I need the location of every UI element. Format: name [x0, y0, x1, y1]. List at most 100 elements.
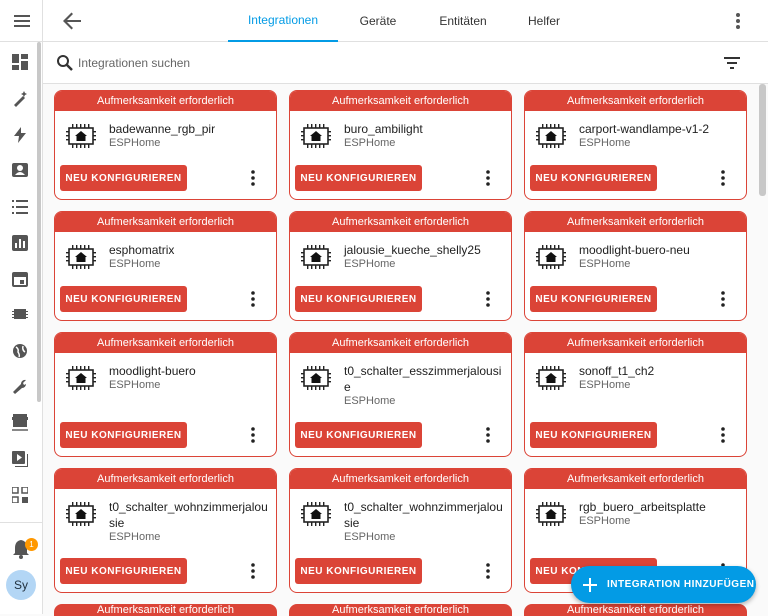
card-subtitle: ESPHome: [344, 531, 396, 543]
sidebar-item-map[interactable]: [0, 336, 40, 366]
sidebar-item-developer-tools[interactable]: [0, 372, 40, 402]
grid-icon: [12, 487, 28, 503]
card-attention-header: Aufmerksamkeit erforderlich: [55, 91, 276, 111]
card-title: esphomatrix: [109, 243, 175, 257]
dashboard-icon: [12, 54, 28, 70]
more-vert-icon[interactable]: [481, 168, 495, 188]
card-subtitle: ESPHome: [344, 137, 396, 149]
integration-card: Aufmerksamkeit erforderlich badewanne_rg…: [54, 90, 277, 200]
tab-entities[interactable]: Entitäten: [423, 0, 503, 42]
esphome-icon: [66, 366, 96, 390]
sidebar-divider: [0, 522, 43, 523]
filter-icon[interactable]: [723, 55, 741, 71]
reconfigure-button[interactable]: NEU KONFIGURIEREN: [530, 286, 657, 312]
sidebar-item-hacs[interactable]: [0, 408, 40, 438]
card-attention-header: Aufmerksamkeit erforderlich: [525, 469, 746, 489]
tab-integrations[interactable]: Integrationen: [228, 0, 338, 42]
more-vert-icon[interactable]: [481, 425, 495, 445]
more-vert-icon[interactable]: [716, 168, 730, 188]
more-vert-icon[interactable]: [729, 10, 747, 32]
card-attention-header: Aufmerksamkeit erforderlich: [289, 604, 512, 616]
sidebar-item-energy[interactable]: [0, 120, 40, 150]
card-title: jalousie_kueche_shelly25: [344, 243, 481, 257]
more-vert-icon[interactable]: [246, 425, 260, 445]
reconfigure-button[interactable]: NEU KONFIGURIEREN: [295, 286, 422, 312]
card-subtitle: ESPHome: [344, 395, 396, 407]
sidebar-scrollbar[interactable]: [37, 42, 41, 402]
more-vert-icon[interactable]: [481, 561, 495, 581]
reconfigure-button[interactable]: NEU KONFIGURIEREN: [295, 558, 422, 584]
card-subtitle: ESPHome: [579, 379, 631, 391]
more-vert-icon[interactable]: [246, 561, 260, 581]
esphome-icon: [66, 245, 96, 269]
esphome-icon: [301, 502, 331, 526]
more-vert-icon[interactable]: [246, 168, 260, 188]
integration-card: Aufmerksamkeit erforderlich t0_schalter_…: [289, 332, 512, 457]
menu-button[interactable]: [0, 0, 43, 42]
add-integration-label: INTEGRATION HINZUFÜGEN: [607, 579, 755, 590]
card-attention-header: Aufmerksamkeit erforderlich: [290, 333, 511, 353]
card-title: badewanne_rgb_pir: [109, 122, 216, 136]
main-scrollbar[interactable]: [759, 84, 766, 196]
reconfigure-button[interactable]: NEU KONFIGURIEREN: [530, 165, 657, 191]
reconfigure-button[interactable]: NEU KONFIGURIEREN: [60, 422, 187, 448]
integration-card: Aufmerksamkeit erforderlich carport-wand…: [524, 90, 747, 200]
wrench-icon: [13, 379, 26, 394]
card-title: carport-wandlampe-v1-2: [579, 122, 710, 136]
card-title: t0_schalter_wohnzimmerjalousie: [109, 500, 268, 530]
card-subtitle: ESPHome: [109, 379, 161, 391]
sidebar-item-people[interactable]: [0, 156, 40, 186]
sidebar-item-automations[interactable]: [0, 84, 40, 114]
card-subtitle: ESPHome: [109, 137, 161, 149]
esphome-icon: [536, 124, 566, 148]
sidebar-item-logbook[interactable]: [0, 192, 40, 222]
more-vert-icon[interactable]: [716, 425, 730, 445]
tab-helpers[interactable]: Helfer: [511, 0, 577, 42]
chart-icon: [12, 235, 28, 251]
card-attention-header: Aufmerksamkeit erforderlich: [290, 469, 511, 489]
sidebar-item-esphome[interactable]: [0, 299, 40, 329]
card-title: t0_schalter_esszimmerjalousie: [344, 364, 502, 394]
integration-card: Aufmerksamkeit erforderlich buro_ambilig…: [289, 90, 512, 200]
card-attention-header: Aufmerksamkeit erforderlich: [290, 212, 511, 232]
more-vert-icon[interactable]: [246, 289, 260, 309]
calendar-icon: [12, 272, 28, 287]
reconfigure-button[interactable]: NEU KONFIGURIEREN: [60, 286, 187, 312]
reconfigure-button[interactable]: NEU KONFIGURIEREN: [295, 422, 422, 448]
search-bar[interactable]: Integrationen suchen: [43, 42, 768, 84]
sidebar-item-grid[interactable]: [0, 480, 40, 510]
back-arrow-icon[interactable]: [61, 10, 83, 32]
card-attention-header: Aufmerksamkeit erforderlich: [524, 604, 747, 616]
store-icon: [12, 414, 28, 431]
reconfigure-button[interactable]: NEU KONFIGURIEREN: [530, 422, 657, 448]
search-icon: [57, 55, 73, 71]
integration-card: Aufmerksamkeit erforderlich esphomatrix …: [54, 211, 277, 321]
card-attention-header: Aufmerksamkeit erforderlich: [55, 469, 276, 489]
sidebar-item-calendar[interactable]: [0, 264, 40, 294]
reconfigure-button[interactable]: NEU KONFIGURIEREN: [60, 165, 187, 191]
sidebar-item-overview[interactable]: [0, 47, 40, 77]
card-attention-header: Aufmerksamkeit erforderlich: [290, 91, 511, 111]
card-attention-header: Aufmerksamkeit erforderlich: [55, 333, 276, 353]
esphome-icon: [301, 366, 331, 390]
chip-icon: [12, 309, 28, 319]
tab-devices[interactable]: Geräte: [343, 0, 413, 42]
esphome-icon: [536, 245, 566, 269]
esphome-icon: [66, 124, 96, 148]
notification-badge: 1: [25, 538, 38, 551]
card-attention-header: Aufmerksamkeit erforderlich: [525, 91, 746, 111]
avatar[interactable]: Sy: [6, 570, 36, 600]
card-subtitle: ESPHome: [579, 515, 631, 527]
search-input[interactable]: Integrationen suchen: [78, 56, 190, 70]
add-integration-button[interactable]: INTEGRATION HINZUFÜGEN: [571, 566, 756, 603]
sidebar-item-media[interactable]: [0, 444, 40, 474]
more-vert-icon[interactable]: [716, 289, 730, 309]
sidebar-item-history[interactable]: [0, 228, 40, 258]
reconfigure-button[interactable]: NEU KONFIGURIEREN: [60, 558, 187, 584]
top-bar: Integrationen Geräte Entitäten Helfer: [43, 0, 768, 42]
integration-card: Aufmerksamkeit erforderlich t0_schalter_…: [54, 468, 277, 593]
esphome-icon: [536, 366, 566, 390]
more-vert-icon[interactable]: [481, 289, 495, 309]
list-icon: [12, 200, 28, 214]
reconfigure-button[interactable]: NEU KONFIGURIEREN: [295, 165, 422, 191]
